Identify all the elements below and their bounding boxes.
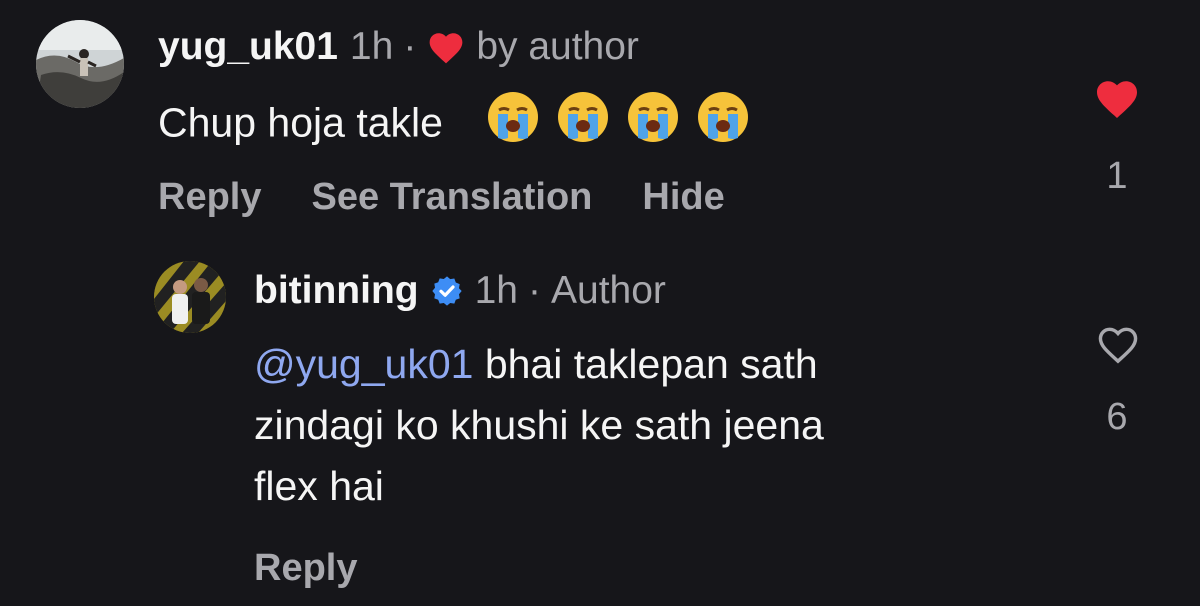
commenter-username[interactable]: yug_uk01: [158, 25, 338, 69]
reply-author-avatar[interactable]: [154, 261, 226, 333]
reply-like-button[interactable]: [1095, 323, 1141, 370]
verified-badge-icon: [431, 275, 463, 307]
see-translation-button[interactable]: See Translation: [311, 176, 592, 219]
reply-text: bhai taklepan sath: [473, 341, 818, 387]
reply-author-username[interactable]: bitinning: [254, 269, 419, 313]
meta-separator: ·: [528, 269, 541, 312]
loudly-crying-face-icon: [556, 90, 610, 161]
heart-filled-icon: [1093, 81, 1141, 124]
loudly-crying-face-icon: [486, 90, 540, 161]
meta-separator: ·: [403, 25, 417, 68]
reply-button[interactable]: Reply: [254, 547, 357, 590]
loudly-crying-face-icon: [696, 90, 750, 161]
heart-filled-icon: [426, 29, 466, 65]
reply-text-line: flex hai: [254, 463, 384, 509]
reply-actions: Reply: [254, 543, 357, 593]
reply-text-line: zindagi ko khushi ke sath jeena: [254, 402, 824, 448]
comment-like-count: 1: [1106, 155, 1128, 197]
mention-link[interactable]: @yug_uk01: [254, 341, 473, 387]
comment-like-button[interactable]: [1093, 76, 1141, 125]
reply-timestamp: 1h: [474, 269, 518, 312]
comment-body: Chup hoja takle: [158, 90, 766, 161]
liked-by-author-label: by author: [476, 25, 639, 68]
hide-button[interactable]: Hide: [642, 176, 724, 219]
heart-outline-icon: [1095, 327, 1141, 369]
reply-button[interactable]: Reply: [158, 176, 261, 219]
reply-header: bitinning 1h · Author: [254, 266, 666, 316]
reply-like-count: 6: [1106, 396, 1128, 438]
reply-text-line: @yug_uk01 bhai taklepan sath: [254, 334, 1054, 395]
comment-actions: Reply See Translation Hide: [158, 172, 725, 222]
comment-header: yug_uk01 1h · by author: [158, 22, 639, 72]
author-role-label: Author: [551, 269, 666, 312]
comment-timestamp: 1h: [349, 25, 394, 68]
reply-body: @yug_uk01 bhai taklepan sath zindagi ko …: [254, 334, 1054, 517]
loudly-crying-face-icon: [626, 90, 680, 161]
comment-thread: yug_uk01 1h · by author Chup hoja takle: [0, 0, 1200, 606]
commenter-avatar[interactable]: [36, 20, 124, 108]
comment-text: Chup hoja takle: [158, 99, 443, 146]
